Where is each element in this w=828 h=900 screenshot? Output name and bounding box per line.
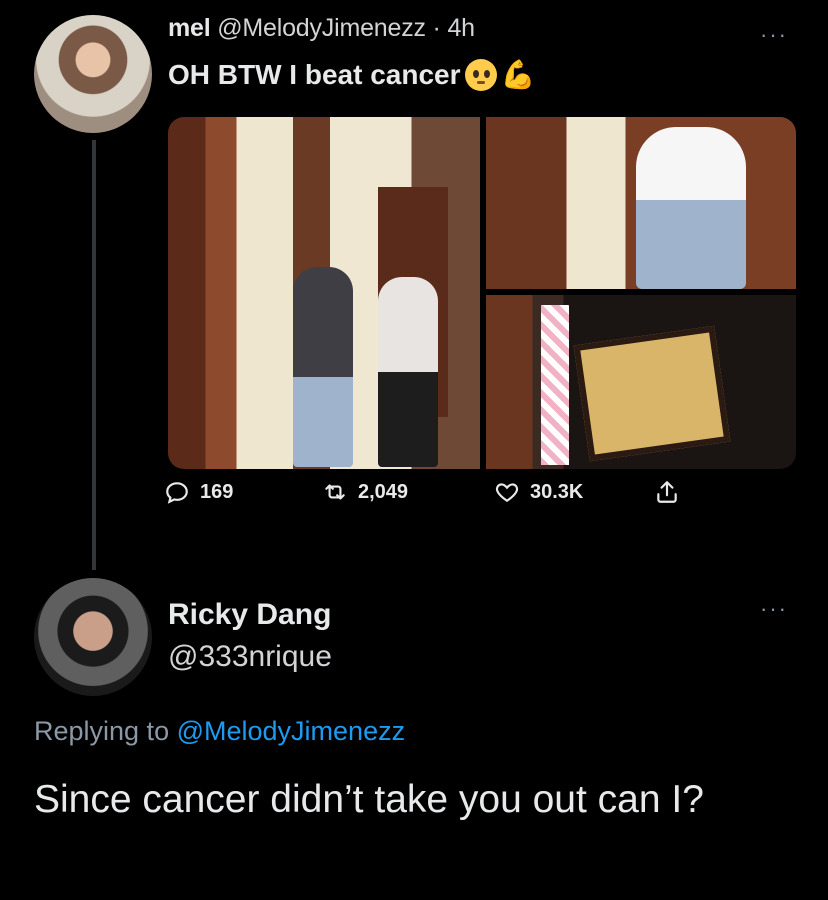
share-icon (657, 481, 677, 503)
retweet-count: 2,049 (358, 480, 409, 503)
pleading-face-emoji-icon (464, 58, 497, 91)
replying-prefix: Replying to (34, 716, 170, 746)
photo-2[interactable] (486, 117, 796, 289)
replying-mention-link[interactable]: @MelodyJimenezz (177, 716, 406, 746)
tweet-header: mel @MelodyJimenezz · 4h (168, 14, 475, 43)
share-button[interactable] (654, 479, 680, 505)
media-grid[interactable] (168, 117, 796, 469)
thread-line (92, 140, 96, 570)
more-options-icon[interactable]: ··· (760, 596, 788, 622)
avatar-mel[interactable] (34, 15, 152, 133)
replying-to: Replying to @MelodyJimenezz (34, 716, 405, 747)
photo-person (293, 267, 353, 467)
flexed-biceps-emoji-icon: 💪 (500, 59, 536, 90)
reply-button[interactable]: 169 (164, 479, 233, 505)
reply-author-handle[interactable]: @333nrique (168, 640, 332, 674)
avatar-ricky[interactable] (34, 578, 152, 696)
separator-dot: · (432, 14, 441, 42)
reply-count: 169 (200, 480, 234, 503)
reply-text: Since cancer didn’t take you out can I? (34, 778, 704, 821)
reply-icon (166, 482, 188, 504)
photo-ribbon (541, 305, 569, 465)
tweet-body: OH BTW I beat cancer (168, 58, 461, 90)
reply-author-name[interactable]: Ricky Dang (168, 598, 331, 632)
retweet-button[interactable]: 2,049 (322, 479, 408, 505)
heart-icon (495, 483, 519, 502)
author-name[interactable]: mel (168, 14, 211, 42)
timestamp[interactable]: 4h (447, 14, 475, 42)
photo-person (378, 277, 438, 467)
photo-3[interactable] (486, 295, 796, 469)
tweet-text: OH BTW I beat cancer 💪 (168, 58, 535, 91)
retweet-icon (325, 484, 345, 500)
like-count: 30.3K (530, 480, 584, 503)
like-button[interactable]: 30.3K (494, 479, 583, 505)
author-handle[interactable]: @MelodyJimenezz (217, 14, 426, 42)
more-options-icon[interactable]: ··· (760, 22, 788, 48)
photo-person (636, 127, 746, 289)
photo-plaque (573, 325, 731, 462)
photo-1[interactable] (168, 117, 480, 469)
